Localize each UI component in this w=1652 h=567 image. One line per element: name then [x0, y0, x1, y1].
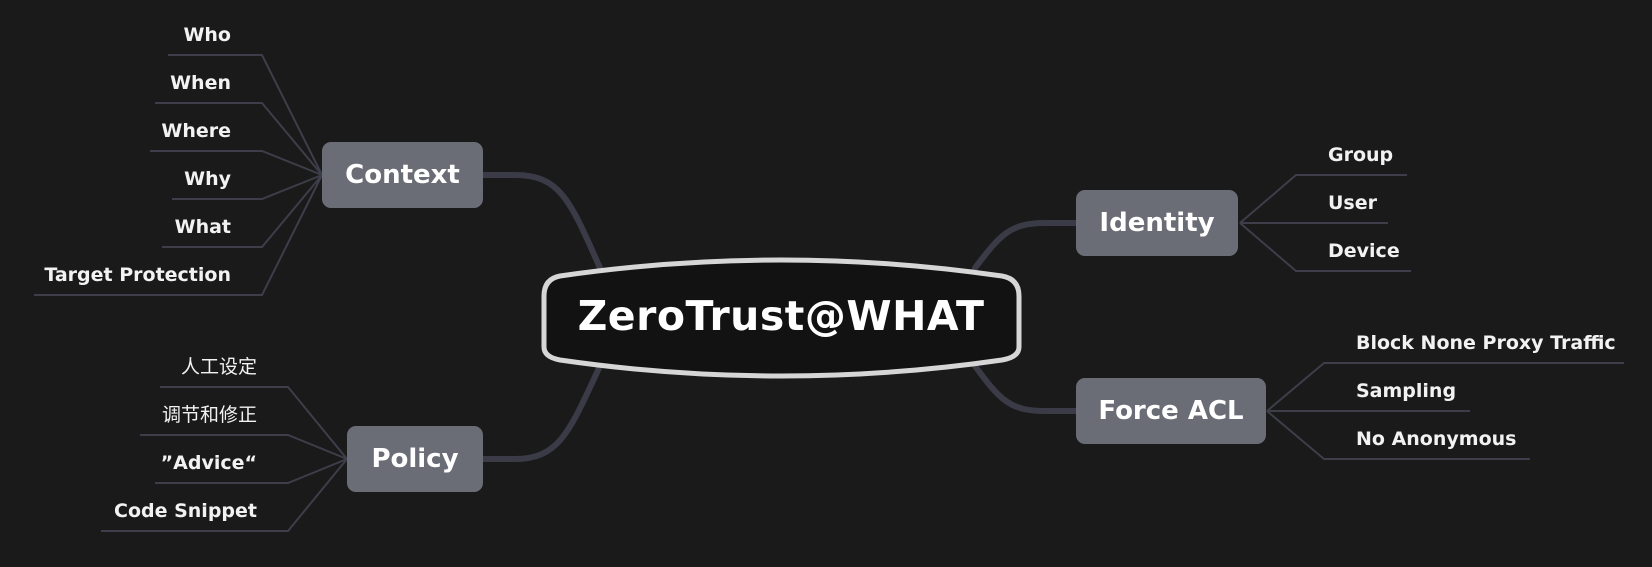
branch-context[interactable]: Context [322, 142, 483, 208]
leaf-policy-advice[interactable]: ”Advice“ [161, 451, 257, 475]
branch-identity-label: Identity [1099, 208, 1215, 238]
leaf-force-acl-sampling[interactable]: Sampling [1356, 379, 1456, 403]
branch-policy[interactable]: Policy [347, 426, 483, 492]
leaf-force-acl-block-none-proxy-traffic[interactable]: Block None Proxy Traffic [1356, 331, 1616, 355]
branch-force-acl[interactable]: Force ACL [1076, 378, 1266, 444]
branch-identity[interactable]: Identity [1076, 190, 1238, 256]
leaf-identity-group[interactable]: Group [1328, 143, 1393, 167]
connector-context [480, 172, 603, 271]
leaf-force-acl-no-anonymous[interactable]: No Anonymous [1356, 427, 1516, 451]
root-node[interactable]: ZeroTrust@WHAT [546, 258, 1016, 374]
connector-policy [480, 363, 603, 462]
leaf-policy-adjust-and-correct[interactable]: 调节和修正 [162, 403, 257, 427]
leaf-identity-device[interactable]: Device [1328, 239, 1400, 263]
branch-force-acl-label: Force ACL [1098, 396, 1244, 426]
mind-map: ZeroTrust@WHAT Context Policy Identity F… [0, 0, 1652, 567]
leaf-context-what[interactable]: What [175, 215, 231, 239]
leaf-policy-manual-setting[interactable]: 人工设定 [181, 355, 257, 379]
leaf-context-who[interactable]: Who [183, 23, 231, 47]
leaf-identity-user[interactable]: User [1328, 191, 1377, 215]
leaf-context-why[interactable]: Why [184, 167, 231, 191]
root-label: ZeroTrust@WHAT [577, 292, 985, 340]
leaf-context-when[interactable]: When [170, 71, 231, 95]
leaf-context-where[interactable]: Where [161, 119, 231, 143]
leaf-policy-code-snippet[interactable]: Code Snippet [114, 499, 257, 523]
leaf-context-target-protection[interactable]: Target Protection [44, 263, 231, 287]
branch-context-label: Context [345, 160, 460, 190]
branch-policy-label: Policy [371, 444, 459, 474]
